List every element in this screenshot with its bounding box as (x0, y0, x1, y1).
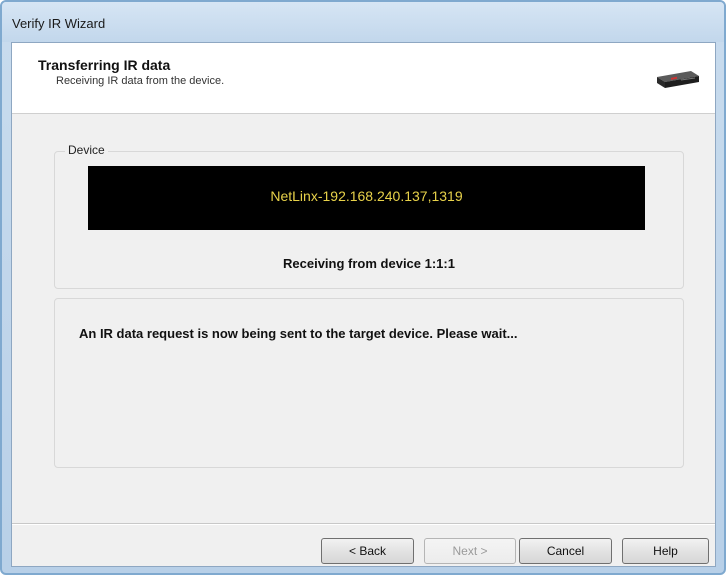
wizard-body: Transferring IR data Receiving IR data f… (11, 42, 716, 567)
status-message: An IR data request is now being sent to … (79, 326, 518, 341)
next-button[interactable]: Next > (424, 538, 516, 564)
wizard-window: Verify IR Wizard Transferring IR data Re… (0, 0, 726, 575)
title-bar[interactable]: Verify IR Wizard (2, 2, 724, 42)
cancel-button[interactable]: Cancel (519, 538, 612, 564)
wizard-header: Transferring IR data Receiving IR data f… (12, 43, 715, 114)
help-button[interactable]: Help (622, 538, 709, 564)
window-title: Verify IR Wizard (12, 16, 106, 31)
device-address: NetLinx-192.168.240.137,1319 (270, 188, 463, 204)
receiving-status: Receiving from device 1:1:1 (283, 256, 455, 271)
page-title: Transferring IR data (38, 57, 171, 73)
message-panel: An IR data request is now being sent to … (54, 298, 684, 468)
back-button[interactable]: < Back (321, 538, 414, 564)
device-group: Device NetLinx-192.168.240.137,1319 Rece… (54, 143, 684, 289)
device-display: NetLinx-192.168.240.137,1319 (88, 166, 645, 230)
footer-divider (12, 523, 715, 525)
page-subtitle: Receiving IR data from the device. (56, 75, 225, 87)
device-icon (657, 71, 699, 88)
device-group-legend: Device (65, 143, 108, 157)
